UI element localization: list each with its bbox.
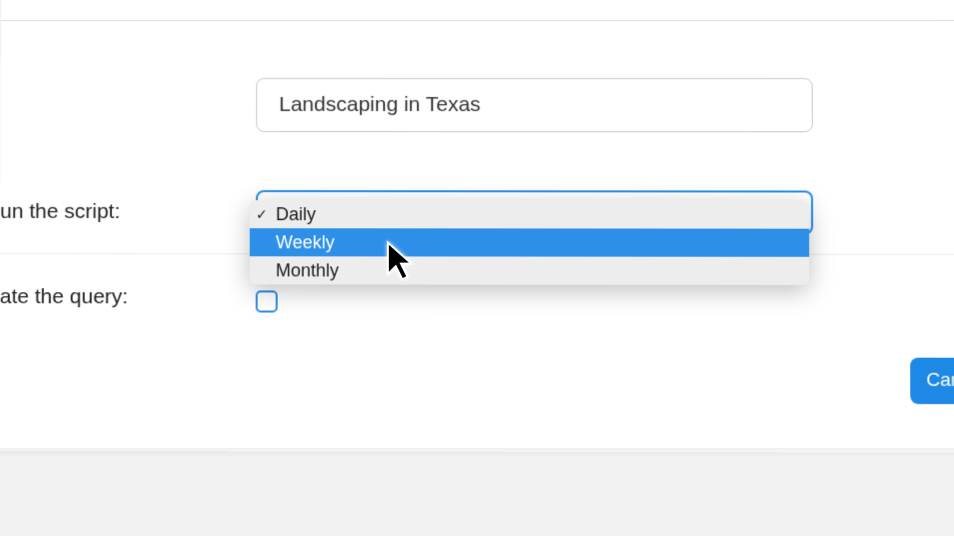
dropdown-option-monthly[interactable]: Monthly (250, 256, 810, 285)
dropdown-option-daily[interactable]: Daily (250, 200, 809, 229)
update-query-label: ate the query: (0, 285, 128, 309)
divider (1, 20, 954, 21)
cancel-button[interactable]: Can (910, 358, 954, 404)
panel-shadow (0, 448, 954, 458)
form-panel: un the script: Daily Weekly Monthly ate … (0, 0, 954, 453)
search-term-input[interactable] (256, 78, 813, 132)
frequency-dropdown: Daily Weekly Monthly (250, 200, 810, 285)
dropdown-option-weekly[interactable]: Weekly (250, 228, 809, 257)
update-query-checkbox[interactable] (256, 290, 278, 312)
run-script-label: un the script: (0, 200, 120, 224)
